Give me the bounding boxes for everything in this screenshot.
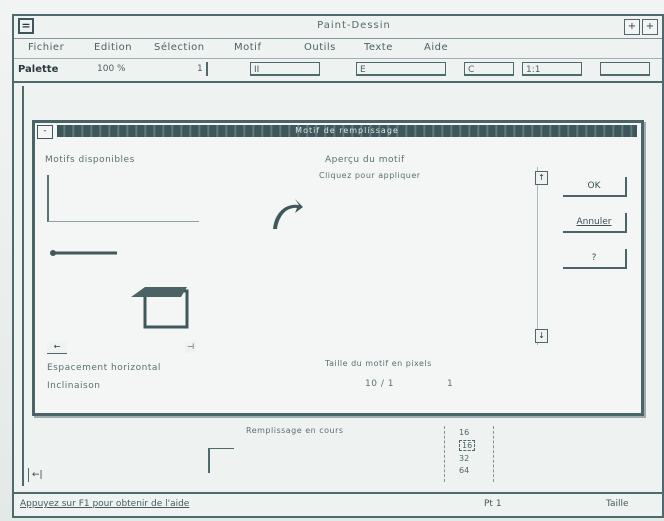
minimize-button[interactable]: + (624, 19, 640, 35)
canvas-shape (208, 448, 234, 473)
tool-field-1[interactable]: 1 (194, 62, 208, 76)
canvas-caption: Remplissage en cours (246, 426, 344, 435)
footer-text: Taille du motif en pixels (325, 359, 432, 368)
pattern-preview[interactable] (331, 167, 538, 345)
menu-tools[interactable]: Outils (304, 42, 336, 53)
title-bar: = Paint-Dessin + + (14, 16, 662, 39)
footer-value-2[interactable]: 1 (447, 379, 453, 389)
help-button[interactable]: ? (563, 249, 627, 269)
tool-field-3[interactable]: E (356, 62, 446, 76)
list-scroll-button[interactable]: ⊣ (185, 341, 196, 353)
pattern-dialog: - Motif de remplissage Motifs disponible… (32, 120, 644, 416)
menu-selection[interactable]: Sélection (154, 42, 205, 53)
system-menu-icon[interactable]: = (18, 18, 34, 34)
footer-value[interactable]: 10 / 1 (365, 379, 394, 389)
line-tool-icon (50, 250, 117, 256)
pattern-column: 16 16 32 64 (444, 426, 494, 482)
left-scroll-button[interactable]: ← (47, 341, 67, 354)
option-slant[interactable]: Inclinaison (47, 381, 100, 391)
menu-help[interactable]: Aide (424, 42, 448, 53)
menu-file[interactable]: Fichier (28, 42, 64, 53)
menu-bar: Fichier Edition Sélection Motif Outils T… (14, 39, 662, 57)
dialog-title: Motif de remplissage (57, 125, 637, 137)
pattern-value: 16 (459, 440, 476, 451)
dialog-system-icon[interactable]: - (37, 125, 53, 139)
pattern-value: 16 (459, 428, 470, 437)
menu-pattern[interactable]: Motif (234, 42, 261, 53)
toolbar-label: Palette (18, 64, 59, 75)
zoom-field[interactable]: 100 % (94, 62, 144, 76)
pointer-icon (273, 199, 303, 229)
menu-edit[interactable]: Edition (94, 42, 132, 53)
toolbar: Palette 100 % 1 II E C 1:1 (14, 58, 662, 83)
status-message: Appuyez sur F1 pour obtenir de l'aide (20, 499, 190, 509)
scroll-left-button[interactable]: ←| (28, 468, 60, 482)
cancel-button[interactable]: Annuler (563, 213, 627, 233)
pattern-value: 32 (459, 454, 470, 463)
screen: = Paint-Dessin + + Fichier Edition Sélec… (0, 0, 664, 521)
preview-label: Aperçu du motif (325, 155, 405, 165)
tool-field-5[interactable]: 1:1 (522, 62, 582, 76)
tool-field-2[interactable]: II (250, 62, 320, 76)
window-title: Paint-Dessin (317, 20, 391, 31)
maximize-button[interactable]: + (642, 19, 658, 35)
rectangle-tool-icon (131, 287, 189, 329)
tool-field-6[interactable] (600, 62, 650, 76)
pattern-value: 64 (459, 466, 470, 475)
list-label: Motifs disponibles (45, 155, 135, 165)
pattern-list[interactable] (47, 175, 199, 222)
scroll-up-button[interactable]: ↑ (535, 171, 548, 185)
scroll-down-button[interactable]: ↓ (535, 329, 548, 343)
status-position: Pt 1 (484, 499, 502, 509)
tool-field-4[interactable]: C (464, 62, 514, 76)
menu-text[interactable]: Texte (364, 42, 393, 53)
ok-button[interactable]: OK (563, 177, 627, 197)
status-size: Taille (606, 499, 629, 509)
option-spacing[interactable]: Espacement horizontal (47, 363, 161, 373)
status-bar: Appuyez sur F1 pour obtenir de l'aide Pt… (14, 492, 662, 516)
